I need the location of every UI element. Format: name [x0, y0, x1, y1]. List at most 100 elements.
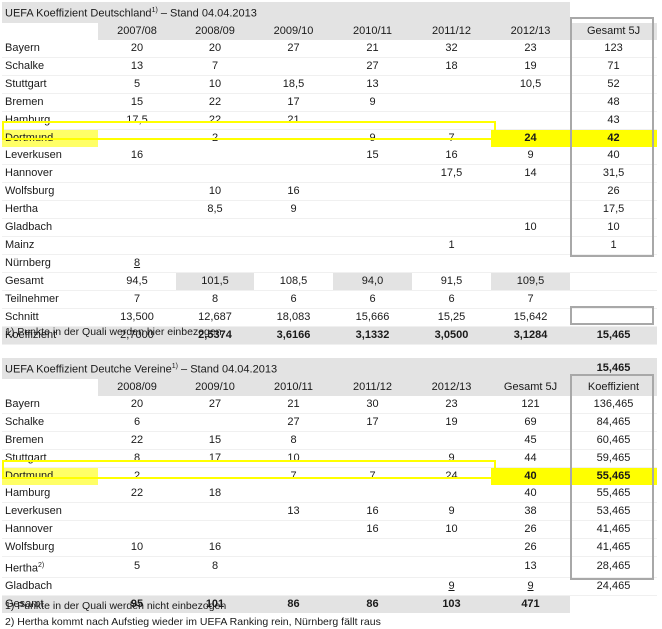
table-row: Leverkusen 16 15 16 9 40	[2, 146, 658, 165]
table1-title: UEFA Koeffizient Deutschland1) – Stand 0…	[2, 2, 571, 23]
table-cell: 8	[254, 431, 333, 450]
summary-cell: 8	[176, 290, 254, 309]
table-row: Bremen 15 22 17 9 48	[2, 93, 658, 112]
table-cell: 10	[491, 218, 571, 237]
table-cell	[176, 164, 254, 183]
club-name: Schalke	[2, 413, 98, 432]
table-cell: 20	[98, 39, 176, 58]
table-cell: 17,5	[98, 111, 176, 130]
table-cell: 2	[98, 467, 176, 485]
table-row: Schalke 13 7 27 18 19 71	[2, 57, 658, 76]
table-cell: 9	[412, 449, 491, 468]
table-cell	[412, 111, 491, 130]
table-cell	[491, 200, 571, 219]
table-cell: 22	[98, 431, 176, 450]
table-cell	[412, 484, 491, 503]
table-cell: 7	[333, 467, 412, 485]
table-row: Dortmund 2 9 7 24 42	[2, 129, 658, 147]
summary-row: Gesamt 94,5 101,5 108,5 94,0 91,5 109,5	[2, 272, 658, 291]
uefa-coefficient-germany-table: UEFA Koeffizient Deutschland1) – Stand 0…	[2, 2, 658, 345]
table-row: Hamburg 22 18 40 55,465	[2, 484, 657, 503]
summary-cell: 15,642	[491, 308, 571, 327]
table-cell	[333, 236, 412, 255]
summary-cell: 6	[333, 290, 412, 309]
summary-cell: 6	[412, 290, 491, 309]
table-cell: 24,465	[570, 577, 657, 597]
table-row: Wolfsburg 10 16 26 41,465	[2, 538, 657, 557]
table-cell: 13	[98, 57, 176, 76]
table-cell: 10	[412, 520, 491, 539]
table-cell	[333, 431, 412, 450]
table-cell	[176, 413, 254, 432]
table-row: Gladbach 10 10	[2, 218, 658, 237]
table-cell: 17	[254, 93, 333, 112]
summary-cell: 86	[254, 595, 333, 614]
summary-cell	[570, 596, 657, 614]
column-header: 2011/12	[412, 22, 491, 40]
column-header: 2011/12	[333, 378, 412, 396]
table-cell: 31,5	[570, 164, 658, 183]
table-cell: 17	[176, 449, 254, 468]
table-cell: 13	[254, 502, 333, 521]
table-cell: 13	[491, 556, 570, 579]
club-name: Schalke	[2, 57, 98, 76]
table-cell	[333, 111, 412, 130]
table-cell: 19	[412, 413, 491, 432]
table-cell	[333, 556, 412, 579]
summary-cell: 3,1284	[491, 326, 571, 345]
table-cell: 22	[176, 93, 254, 112]
table-cell	[333, 218, 412, 237]
table-cell	[254, 236, 333, 255]
table-cell	[98, 577, 176, 597]
column-header: 2010/11	[254, 378, 333, 396]
table-cell: 8	[176, 556, 254, 579]
table-cell	[176, 577, 254, 597]
table-row: Gladbach 9 9 24,465	[2, 577, 657, 597]
club-name: Bremen	[2, 93, 98, 112]
summary-cell: 6	[254, 290, 333, 309]
table-cell	[254, 146, 333, 165]
table-cell: 32	[412, 39, 491, 58]
table-cell: 18	[412, 57, 491, 76]
club-name: Gladbach	[2, 218, 98, 237]
table-cell: 40	[491, 484, 570, 503]
table-cell	[333, 449, 412, 468]
club-name: Hamburg	[2, 111, 98, 130]
table-cell	[98, 164, 176, 183]
table-cell: 53,465	[570, 502, 657, 521]
table-cell: 121	[491, 395, 570, 414]
table-cell	[98, 129, 176, 147]
summary-cell	[570, 308, 658, 327]
table-cell	[491, 93, 571, 112]
table-cell: 27	[333, 57, 412, 76]
table-cell: 24	[491, 129, 571, 147]
table-cell: 23	[412, 395, 491, 414]
table-cell	[254, 218, 333, 237]
uefa-coefficient-clubs-table: UEFA Koeffizient Deutche Vereine1) – Sta…	[2, 358, 657, 614]
table-cell: 15	[176, 431, 254, 450]
table-cell: 14	[491, 164, 571, 183]
table-cell: 38	[491, 502, 570, 521]
summary-cell: 94,5	[98, 272, 176, 291]
table-cell: 26	[491, 538, 570, 557]
summary-cell: 109,5	[491, 272, 571, 291]
summary-row: Schnitt 13,500 12,687 18,083 15,666 15,25 15,6…	[2, 308, 658, 327]
table-cell: 84,465	[570, 413, 657, 432]
summary-cell	[570, 290, 658, 309]
table2-header-row: 2008/09 2009/10 2010/11 2011/12 2012/13 …	[2, 378, 657, 396]
table-cell: 10	[176, 75, 254, 94]
table-cell	[254, 484, 333, 503]
table-cell: 42	[570, 129, 658, 147]
summary-cell: 94,0	[333, 272, 412, 291]
table-cell: 13	[333, 75, 412, 94]
table-row: Wolfsburg 10 16 26	[2, 182, 658, 201]
table-cell	[254, 57, 333, 76]
table-cell	[333, 484, 412, 503]
table-cell: 16	[254, 182, 333, 201]
table-cell	[176, 467, 254, 485]
table-cell: 19	[491, 57, 571, 76]
summary-cell: 12,687	[176, 308, 254, 327]
table-cell: 10	[570, 218, 658, 237]
table-cell	[491, 111, 571, 130]
table-cell: 21	[254, 111, 333, 130]
